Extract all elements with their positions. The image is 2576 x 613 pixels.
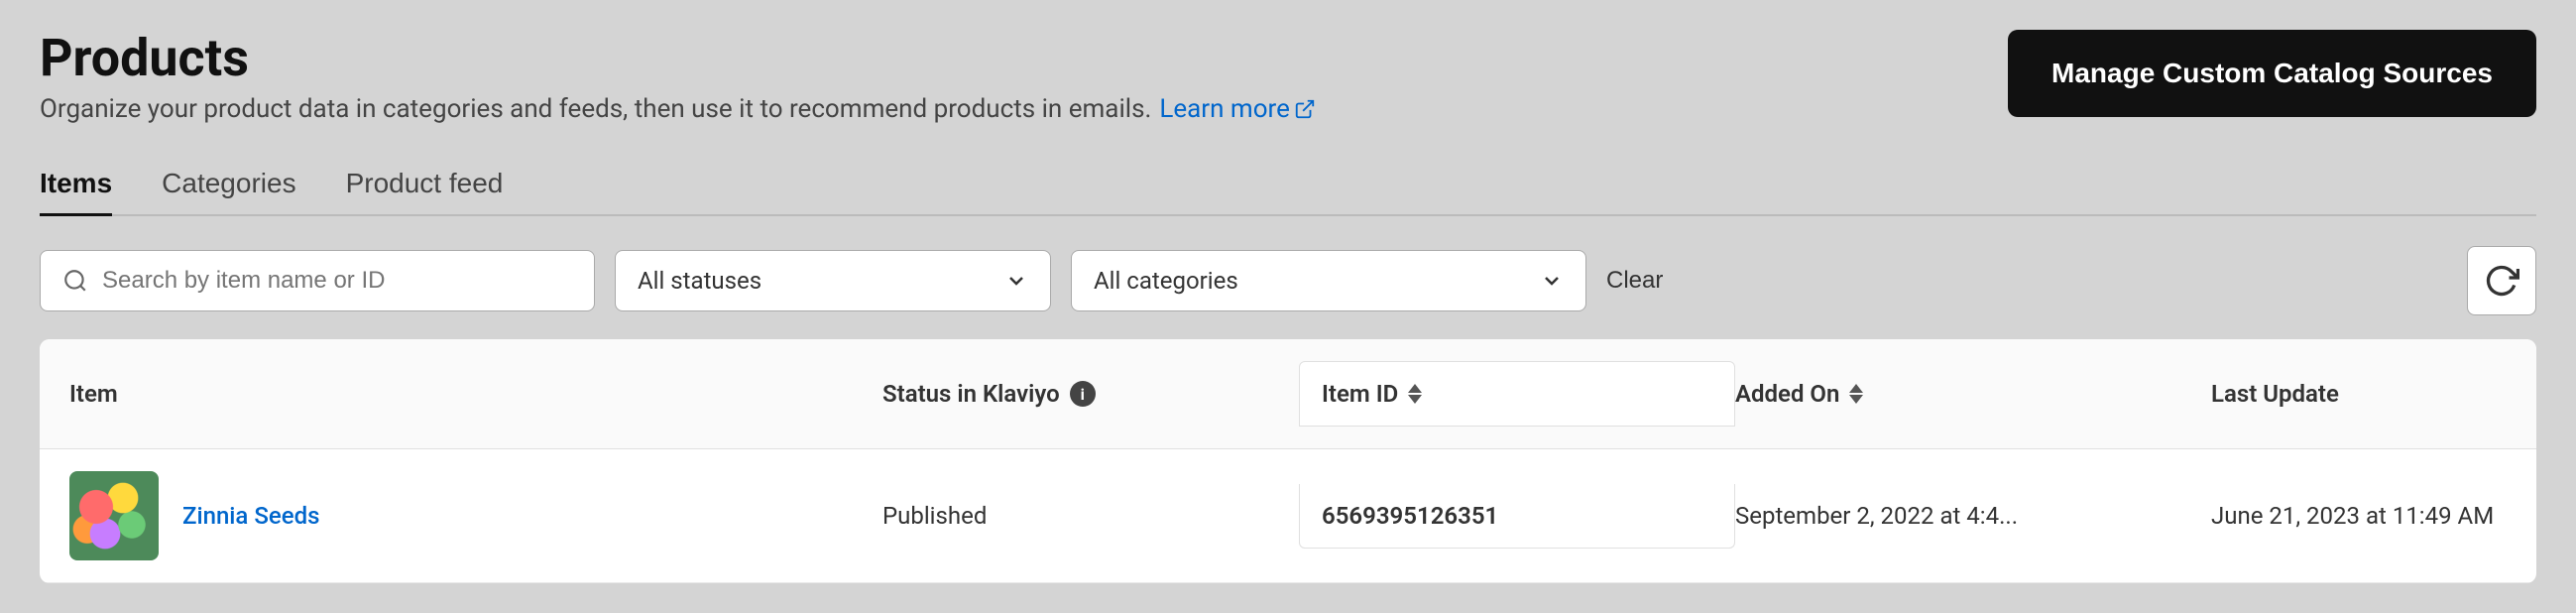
tab-product-feed[interactable]: Product feed <box>346 154 504 216</box>
info-icon: i <box>1070 381 1096 407</box>
product-thumbnail <box>69 471 159 560</box>
table-header: Item Status in Klaviyo i Item ID Added O… <box>40 339 2536 449</box>
tab-items[interactable]: Items <box>40 154 112 216</box>
status-dropdown[interactable]: All statuses <box>615 250 1051 311</box>
sort-up-icon <box>1408 384 1422 393</box>
toolbar: All statuses All categories Clear <box>40 246 2536 315</box>
sort-down-icon <box>1408 395 1422 404</box>
header-section: Products Organize your product data in c… <box>40 30 2536 124</box>
sort-down-icon-added <box>1849 395 1863 404</box>
subtitle-text: Organize your product data in categories… <box>40 94 1151 124</box>
tab-categories[interactable]: Categories <box>162 154 295 216</box>
subtitle: Organize your product data in categories… <box>40 94 1316 124</box>
refresh-icon <box>2484 263 2519 299</box>
added-on-cell: September 2, 2022 at 4:4... <box>1735 502 2211 530</box>
chevron-down-icon <box>1004 269 1028 293</box>
search-input[interactable] <box>102 267 572 295</box>
search-container <box>40 250 595 311</box>
sort-up-icon-added <box>1849 384 1863 393</box>
item-id-cell: 6569395126351 <box>1299 484 1735 549</box>
status-dropdown-label: All statuses <box>638 267 761 295</box>
external-link-icon <box>1294 98 1316 120</box>
search-icon <box>62 268 88 294</box>
last-update-cell: June 21, 2023 at 11:49 AM <box>2211 502 2507 530</box>
refresh-button[interactable] <box>2467 246 2536 315</box>
page-container: Products Organize your product data in c… <box>0 0 2576 613</box>
table-section: Item Status in Klaviyo i Item ID Added O… <box>40 339 2536 583</box>
categories-dropdown[interactable]: All categories <box>1071 250 1586 311</box>
col-header-last-update: Last Update <box>2211 380 2507 408</box>
product-name-link[interactable]: Zinnia Seeds <box>182 502 319 530</box>
tabs-section: Items Categories Product feed <box>40 152 2536 216</box>
clear-button[interactable]: Clear <box>1606 267 1663 295</box>
item-id-data-popup: 6569395126351 <box>1299 484 1735 549</box>
manage-custom-catalog-sources-button[interactable]: Manage Custom Catalog Sources <box>2008 30 2536 117</box>
col-header-item-id: Item ID <box>1299 361 1735 427</box>
learn-more-label: Learn more <box>1159 94 1290 124</box>
sort-icon-added-on[interactable] <box>1849 384 1863 404</box>
col-header-item: Item <box>69 380 882 408</box>
title-area: Products Organize your product data in c… <box>40 30 1316 124</box>
col-header-added-on: Added On <box>1735 380 2211 408</box>
col-header-status: Status in Klaviyo i <box>882 380 1299 408</box>
sort-icon-item-id[interactable] <box>1408 384 1422 404</box>
product-cell: Zinnia Seeds <box>69 471 882 560</box>
learn-more-link[interactable]: Learn more <box>1159 94 1316 124</box>
status-cell: Published <box>882 502 1299 530</box>
item-id-popup-header: Item ID <box>1299 361 1735 427</box>
categories-dropdown-label: All categories <box>1094 267 1238 295</box>
page-title: Products <box>40 30 1316 86</box>
chevron-down-icon-2 <box>1540 269 1564 293</box>
table-row: Zinnia Seeds Published 6569395126351 Sep… <box>40 449 2536 583</box>
